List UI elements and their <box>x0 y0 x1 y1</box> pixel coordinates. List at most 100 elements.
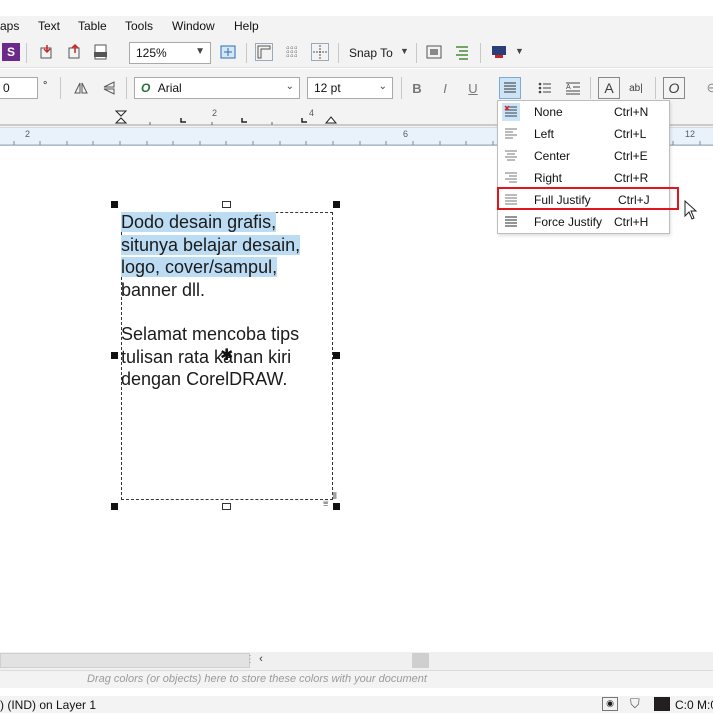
options-icon[interactable] <box>425 43 443 61</box>
status-bar: ) (IND) on Layer 1 ◉ ⛉ C:0 M:0 <box>0 696 713 713</box>
color-proof-icon[interactable]: ◉ <box>602 697 618 711</box>
page-navigator[interactable] <box>0 653 250 668</box>
document-palette[interactable]: Drag colors (or objects) here to store t… <box>0 670 713 688</box>
resize-handle-right[interactable] <box>333 352 340 359</box>
snap-to-button[interactable]: Snap To <box>349 46 393 60</box>
status-layer-text: ) (IND) on Layer 1 <box>0 698 97 712</box>
text-overflow-icon[interactable]: ⩸ <box>323 498 328 509</box>
menu-item-align-right[interactable]: Right Ctrl+R <box>498 167 669 189</box>
align-center-icon <box>502 147 520 165</box>
menu-item-label: None <box>534 105 563 119</box>
import-icon[interactable] <box>38 43 56 61</box>
corel-publish-icon[interactable]: S <box>2 43 20 61</box>
text-line: Dodo desain grafis, <box>121 211 277 234</box>
zoom-level-combo[interactable]: 125% ▼ <box>129 42 211 64</box>
menu-help[interactable]: Help <box>234 19 259 33</box>
rotation-center-icon[interactable]: ✱ <box>220 345 233 365</box>
character-formatting-icon[interactable]: A <box>598 77 620 99</box>
align-left-icon <box>502 125 520 143</box>
toolbar-separator <box>338 43 339 63</box>
menu-item-align-none[interactable]: None Ctrl+N <box>498 101 669 123</box>
menu-item-align-center[interactable]: Center Ctrl+E <box>498 145 669 167</box>
ruler-label: 4 <box>309 108 315 118</box>
chevron-down-icon: ⌄ <box>378 81 387 92</box>
selected-text: Dodo desain grafis, <box>121 212 277 232</box>
scroll-left-button[interactable]: ‹ <box>254 653 268 668</box>
resize-handle-bottom-right[interactable] <box>333 503 340 510</box>
resize-handle-top-left[interactable] <box>111 201 118 208</box>
export-icon[interactable] <box>66 43 84 61</box>
frame-top-tab[interactable] <box>222 201 231 208</box>
chevron-down-icon: ⌄ <box>285 81 294 92</box>
toolbar-separator <box>590 77 591 99</box>
resize-handle-left[interactable] <box>111 352 118 359</box>
horizontal-scrollbar-area: ⋮ ‹ <box>0 652 713 670</box>
menu-item-label: Center <box>534 149 571 163</box>
resize-handle-top-right[interactable] <box>333 201 340 208</box>
font-size-combo[interactable]: 12 pt ⌄ <box>307 77 393 99</box>
frame-bottom-tab[interactable] <box>222 503 231 510</box>
menu-item-label: Left <box>534 127 555 141</box>
ruler-label: 2 <box>212 108 218 118</box>
object-styles-icon[interactable] <box>453 43 471 61</box>
opentype-font-icon: O <box>141 81 151 95</box>
toolbar-separator <box>416 43 417 63</box>
bullet-list-icon[interactable] <box>536 79 554 97</box>
resize-handle-bottom-left[interactable] <box>111 503 118 510</box>
show-guidelines-icon[interactable] <box>311 43 329 61</box>
ruler-label: 12 <box>685 129 696 139</box>
highlight-box <box>497 187 679 210</box>
menu-window[interactable]: Window <box>172 19 215 33</box>
show-rulers-icon[interactable] <box>255 43 273 61</box>
text-line: tulisan rata kanan kiri <box>121 346 292 367</box>
menu-table[interactable]: Table <box>78 19 107 33</box>
fill-color-swatch[interactable] <box>654 697 670 711</box>
menu-text[interactable]: Text <box>38 19 60 33</box>
toolbar-separator <box>26 43 27 63</box>
zoom-level-value: 125% <box>136 46 167 60</box>
edit-text-icon[interactable]: ab| <box>627 79 645 97</box>
menu-item-shortcut: Ctrl+N <box>614 105 649 119</box>
export-pdf-icon[interactable] <box>92 43 110 61</box>
drop-cap-icon[interactable]: A <box>564 79 582 97</box>
menu-item-align-left[interactable]: Left Ctrl+L <box>498 123 669 145</box>
bold-icon[interactable]: B <box>408 79 426 97</box>
toolbar-separator <box>246 43 247 63</box>
italic-icon[interactable]: I <box>436 79 454 97</box>
toolbar-separator <box>655 77 656 99</box>
fill-bucket-icon[interactable]: ⛉ <box>630 696 640 712</box>
scrollbar-thumb[interactable] <box>412 653 429 668</box>
column-spacing-icon[interactable]: ⫴ <box>333 491 337 502</box>
text-line: logo, cover/sampul, <box>121 256 278 279</box>
menu-item-force-justify[interactable]: Force Justify Ctrl+H <box>498 211 669 233</box>
menu-bitmaps[interactable]: aps <box>0 19 19 33</box>
launch-app-icon[interactable] <box>490 43 508 61</box>
fill-color-values: C:0 M:0 <box>675 698 713 712</box>
mirror-horizontal-icon[interactable] <box>72 79 90 97</box>
text-line: Selamat mencoba tips <box>121 324 300 344</box>
ruler-label: 2 <box>25 129 31 139</box>
toolbar-separator <box>480 43 481 63</box>
window-top-edge <box>0 0 713 16</box>
standard-toolbar: S 125% ▼ Snap To ▼ ▼ <box>0 38 713 68</box>
underline-icon[interactable]: U <box>464 79 482 97</box>
mirror-vertical-icon[interactable] <box>100 79 118 97</box>
opentype-features-icon[interactable]: O <box>663 77 685 99</box>
menu-item-label: Right <box>534 171 563 185</box>
horizontal-alignment-icon[interactable] <box>499 77 521 99</box>
text-line: situnya belajar desain, <box>121 234 301 257</box>
font-list-combo[interactable]: O Arial ⌄ <box>134 77 300 99</box>
ruler-label: 6 <box>403 129 409 139</box>
text-frame-icon[interactable]: ⊖ <box>703 79 713 97</box>
alignment-dropdown-menu: None Ctrl+N Left Ctrl+L Center Ctrl+E Ri… <box>497 100 670 234</box>
chevron-down-icon[interactable]: ▼ <box>515 46 524 56</box>
show-grid-icon[interactable] <box>283 43 301 61</box>
menu-tools[interactable]: Tools <box>125 19 153 33</box>
mouse-cursor-icon <box>684 200 698 220</box>
menu-item-label: Force Justify <box>534 215 603 229</box>
text-line: banner dll. <box>121 279 206 300</box>
align-force-justify-icon <box>502 213 520 231</box>
full-screen-preview-icon[interactable] <box>219 43 237 61</box>
rotation-angle-field[interactable]: 0 <box>0 77 38 99</box>
chevron-down-icon[interactable]: ▼ <box>400 46 409 56</box>
